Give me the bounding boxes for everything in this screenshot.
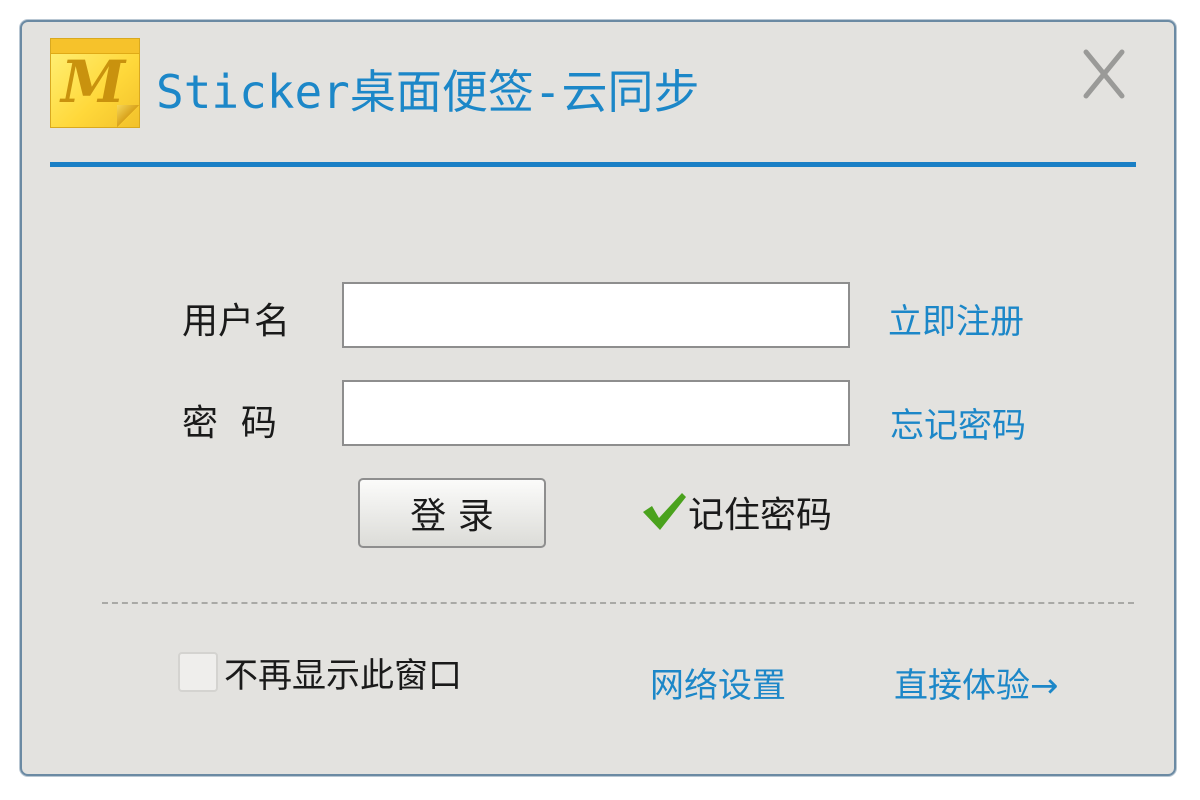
login-button[interactable]: 登 录 bbox=[358, 478, 546, 548]
remember-password-checkbox[interactable]: 记住密码 bbox=[640, 490, 832, 536]
username-label: 用户名 bbox=[182, 301, 291, 342]
username-field[interactable] bbox=[342, 282, 850, 348]
section-divider bbox=[102, 602, 1134, 604]
password-label: 密 码 bbox=[182, 403, 277, 444]
dont-show-again-checkbox[interactable]: 不再显示此窗口 bbox=[178, 650, 462, 696]
forgot-password-link[interactable]: 忘记密码 bbox=[890, 398, 1026, 447]
network-settings-link[interactable]: 网络设置 bbox=[650, 658, 786, 707]
remember-password-label: 记住密码 bbox=[688, 495, 833, 536]
password-field[interactable] bbox=[342, 380, 850, 446]
login-window: M Sticker桌面便签-云同步 用户名 立即注册 密 码 忘记密码 登 录 … bbox=[20, 20, 1176, 776]
sticky-note-icon: M bbox=[50, 38, 140, 128]
register-link[interactable]: 立即注册 bbox=[888, 294, 1024, 343]
logo-letter: M bbox=[61, 48, 126, 116]
dont-show-again-label: 不再显示此窗口 bbox=[224, 655, 462, 696]
close-icon[interactable] bbox=[1080, 46, 1128, 102]
logo-page-curl bbox=[117, 105, 139, 127]
checkbox-box bbox=[178, 652, 218, 692]
try-direct-link[interactable]: 直接体验→ bbox=[894, 658, 1059, 707]
header-divider bbox=[50, 162, 1136, 167]
window-title: Sticker桌面便签-云同步 bbox=[156, 65, 700, 119]
checkmark-icon bbox=[640, 490, 688, 534]
